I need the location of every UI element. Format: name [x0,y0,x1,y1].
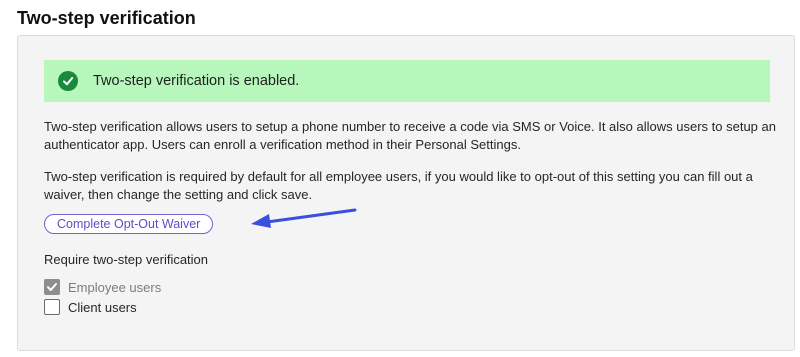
section-title: Two-step verification [17,8,196,28]
success-banner: Two-step verification is enabled. [44,60,770,102]
settings-panel: Two-step verification is enabled. Two-st… [17,35,795,351]
checkmark-icon [47,283,57,291]
employee-users-checkbox[interactable] [44,279,60,295]
description-paragraph-2: Two-step verification is required by def… [44,169,753,202]
check-circle-icon [58,71,78,91]
client-users-checkbox[interactable] [44,299,60,315]
client-users-option[interactable]: Client users [44,299,137,315]
description-paragraph-1: Two-step verification allows users to se… [44,119,776,152]
banner-message: Two-step verification is enabled. [93,73,300,89]
arrow-left-icon [251,208,357,228]
complete-opt-out-waiver-button[interactable]: Complete Opt-Out Waiver [44,214,214,234]
employee-users-option[interactable]: Employee users [44,279,161,295]
require-two-step-label: Require two-step verification [44,252,209,267]
client-users-label: Client users [68,299,137,315]
two-step-verification-page: Two-step verification Two-step verificat… [0,0,800,357]
employee-users-label: Employee users [68,279,162,295]
